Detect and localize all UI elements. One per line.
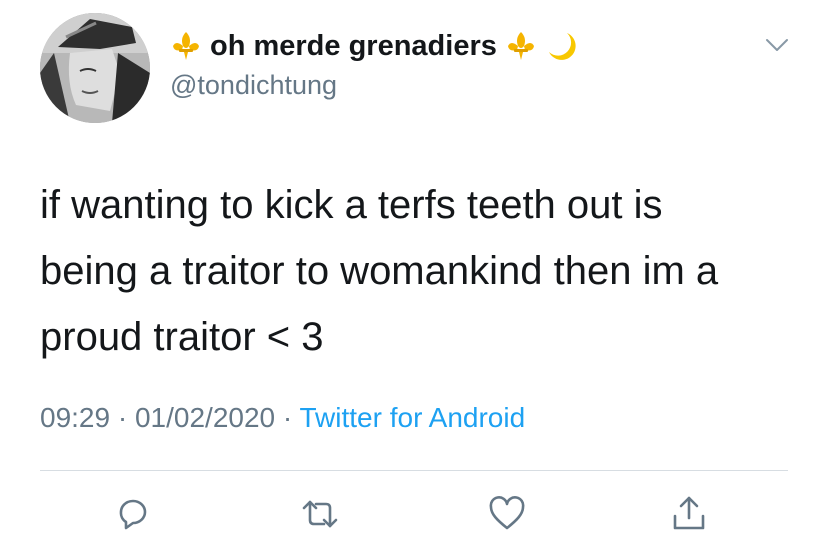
action-bar: [0, 490, 828, 540]
fleur-de-lis-icon: [505, 30, 537, 62]
retweet-icon: [302, 500, 338, 528]
share-button[interactable]: [665, 490, 713, 538]
tweet-date: 01/02/2020: [134, 402, 276, 433]
share-icon: [673, 496, 705, 530]
reply-icon: [119, 499, 147, 530]
meta-separator: ·: [282, 402, 293, 433]
tweet-text-line: if wanting to kick a terfs teeth out is: [40, 183, 663, 227]
meta-separator: ·: [117, 402, 128, 433]
tweet-source-link[interactable]: Twitter for Android: [300, 402, 526, 433]
crescent-moon-icon: [545, 30, 577, 62]
avatar[interactable]: [40, 13, 150, 123]
tweet-text-line: being a traitor to womankind then im a: [40, 249, 719, 293]
fleur-de-lis-icon: [170, 30, 202, 62]
reply-button[interactable]: [109, 490, 157, 538]
tweet-text-line: proud traitor < 3: [40, 315, 324, 359]
tweet-time: 09:29: [40, 402, 111, 433]
name-row: oh merde grenadiers: [170, 26, 577, 66]
chevron-down-icon[interactable]: [762, 30, 792, 60]
tweet-text: if wanting to kick a terfs teeth out is …: [40, 172, 800, 370]
display-name[interactable]: oh merde grenadiers: [210, 30, 497, 63]
retweet-button[interactable]: [296, 490, 344, 538]
like-button[interactable]: [483, 490, 531, 538]
divider: [40, 470, 788, 471]
user-handle[interactable]: @tondichtung: [170, 70, 337, 101]
tweet-meta: 09:29 · 01/02/2020 · Twitter for Android: [40, 402, 525, 434]
avatar-image: [40, 13, 150, 123]
like-icon: [489, 496, 525, 530]
